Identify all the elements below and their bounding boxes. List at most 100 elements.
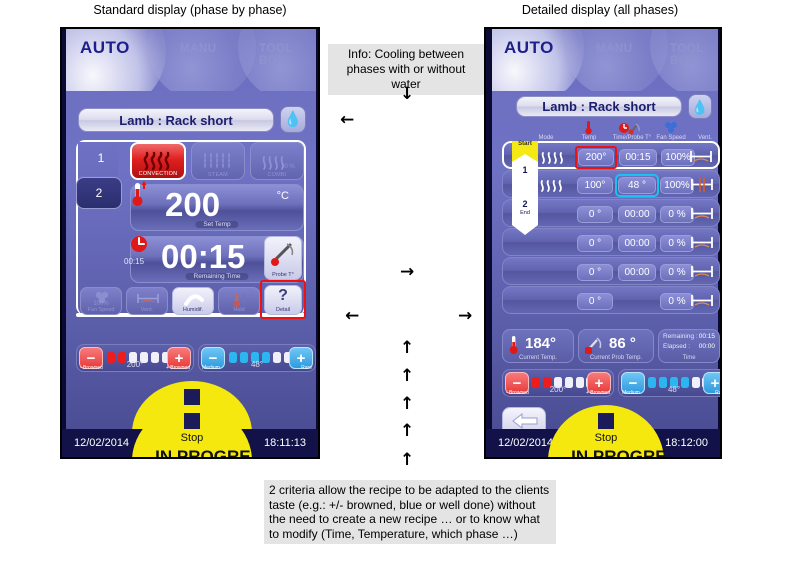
- row-mode-convection-icon: [539, 176, 565, 198]
- current-probe-box: 86 ° Current Prob Temp.: [578, 329, 654, 363]
- criteria-doneness-detailed[interactable]: − Medium 48° + Rare: [618, 369, 722, 397]
- convection-icon: [143, 151, 170, 171]
- clock-probe-icon-header: [619, 123, 640, 135]
- row-time[interactable]: 00:00: [618, 264, 656, 281]
- current-probe-caption: Current Prob Temp.: [589, 355, 643, 361]
- row-time[interactable]: 00:15: [619, 149, 657, 166]
- row-temp[interactable]: 0 °: [577, 206, 613, 223]
- detail-button-highlight: [260, 280, 306, 319]
- arrow-left-icon: [512, 412, 538, 430]
- hold-button[interactable]: Hold: [218, 287, 260, 315]
- arrow-up-1: ↑: [400, 338, 415, 358]
- browned-plus-label-detailed: + Browned: [585, 390, 610, 396]
- row-time[interactable]: 00:00: [618, 206, 656, 223]
- row-temp[interactable]: 0 °: [577, 293, 613, 310]
- standard-display-panel: AUTO MANU TOOL BOX Lamb : Rack short 💧 1…: [60, 27, 320, 459]
- tab-manu[interactable]: MANU: [180, 43, 217, 55]
- row-vent-closed-icon[interactable]: [688, 149, 714, 170]
- times-box: Remaining : 00:15 Elapsed : 00:00 Time: [658, 329, 720, 363]
- browned-plus-label: + Browned: [165, 365, 190, 371]
- times-caption: Time: [682, 355, 696, 361]
- recipe-title[interactable]: Lamb : Rack short: [78, 108, 274, 132]
- current-temp-box: 184° Current Temp.: [502, 329, 574, 363]
- set-temp-box[interactable]: 200 °C Set Temp: [130, 184, 304, 231]
- recipe-title-detailed[interactable]: Lamb : Rack short: [516, 96, 682, 117]
- row-vent-closed-icon[interactable]: [689, 293, 715, 314]
- progress-text-right: … IN PROGRE: [549, 447, 667, 459]
- remaining-time-side-value: 00:15: [124, 257, 145, 266]
- tab-toolbox-detailed[interactable]: TOOL BOX: [670, 43, 718, 67]
- status-date-right: 12/02/2014: [498, 437, 554, 449]
- set-temp-unit: °C: [276, 190, 289, 202]
- row-time[interactable]: 00:00: [618, 235, 656, 252]
- ribbon-end-label: End: [520, 210, 530, 216]
- remaining-value: 00:15: [698, 333, 715, 340]
- stop-label-right: Stop: [594, 432, 618, 444]
- arrow-right-1: →: [400, 262, 415, 282]
- phase-tab-1[interactable]: 1: [80, 142, 122, 174]
- humidifier-label: Humidif.: [182, 307, 204, 313]
- ribbon-phase-1: 1: [522, 165, 528, 175]
- row-temp[interactable]: 0 °: [577, 264, 613, 281]
- humidifier-icon: [184, 294, 204, 306]
- table-row[interactable]: 0 ° 0 %: [502, 286, 720, 314]
- row-temp[interactable]: 100°: [577, 177, 613, 194]
- standard-screen: AUTO MANU TOOL BOX Lamb : Rack short 💧 1…: [66, 29, 316, 433]
- doneness-plus-label: Rare: [301, 365, 312, 371]
- tab-manu-detailed[interactable]: MANU: [596, 43, 633, 55]
- arrow-down-info: ↓: [400, 84, 415, 104]
- stop-square-icon: [184, 389, 200, 405]
- table-row[interactable]: 0 ° 00:00 0 %: [502, 257, 720, 285]
- thermometer-icon: [132, 181, 147, 206]
- criteria-browned-detailed[interactable]: − - Browned 200° + + Browned: [502, 369, 614, 397]
- start-flag-point: [512, 154, 538, 162]
- criteria-doneness[interactable]: − Medium 48° + Rare: [198, 344, 316, 372]
- fan-speed-button[interactable]: 100% Fan Speed: [80, 287, 122, 315]
- arrow-up-3: ↑: [400, 394, 415, 414]
- mode-label-convection: CONVECTION: [138, 171, 178, 177]
- water-button[interactable]: 💧: [280, 106, 306, 133]
- probe-icon: [271, 243, 294, 266]
- humidifier-button[interactable]: Humidif.: [172, 287, 214, 315]
- arrow-up-5: ↑: [400, 450, 415, 470]
- row-temp[interactable]: 0 °: [577, 235, 613, 252]
- current-temp-value: 184°: [525, 335, 557, 352]
- tab-bar-detailed: AUTO MANU TOOL BOX: [492, 29, 718, 91]
- water-drop-icon-detailed: 💧: [691, 98, 709, 115]
- probe-button[interactable]: Probe T°: [264, 236, 302, 280]
- row-vent-open-icon[interactable]: [689, 177, 715, 198]
- status-time-right: 18:12:00: [665, 437, 708, 449]
- tab-bar: AUTO MANU TOOL BOX: [66, 29, 316, 91]
- criteria-browned[interactable]: − - Browned 200° + + Browned: [76, 344, 194, 372]
- water-button-detailed[interactable]: 💧: [688, 94, 712, 119]
- doneness-plus-label-detailed: Rare: [715, 390, 722, 396]
- row-vent-closed-icon[interactable]: [689, 206, 715, 227]
- fan-speed-label: Fan Speed: [87, 307, 115, 313]
- mode-button-steam[interactable]: STEAM: [191, 142, 245, 180]
- phase-tab-2[interactable]: 2: [76, 177, 122, 209]
- arrow-left-2: ←: [345, 306, 360, 326]
- tab-auto[interactable]: AUTO: [80, 38, 130, 58]
- steam-icon: [204, 153, 230, 168]
- caption-detailed-display: Detailed display (all phases): [521, 3, 679, 17]
- elapsed-label: Elapsed :: [663, 343, 691, 350]
- row-temp-highlight: [575, 146, 617, 169]
- mode-button-convection[interactable]: CONVECTION: [130, 142, 186, 180]
- thermometer-icon-header: [585, 121, 592, 135]
- tab-auto-detailed[interactable]: AUTO: [504, 38, 554, 58]
- row-vent-closed-icon[interactable]: [689, 235, 715, 256]
- detailed-display-panel: AUTO MANU TOOL BOX Lamb : Rack short 💧 M…: [484, 27, 722, 459]
- vent-button[interactable]: Vent.: [126, 287, 168, 315]
- row-vent-closed-icon[interactable]: [689, 264, 715, 285]
- remaining-time-value: 00:15: [161, 238, 246, 275]
- mode-button-combi[interactable]: 30 % COMBI: [250, 142, 304, 180]
- combi-percent: 30 %: [281, 164, 295, 170]
- arrow-up-2: ↑: [400, 366, 415, 386]
- progress-text-left: … IN PROGRE: [133, 447, 251, 459]
- combi-icon: 30 %: [262, 156, 295, 170]
- row-time-highlight: [615, 174, 659, 197]
- start-flag: Start: [512, 141, 538, 154]
- tab-toolbox[interactable]: TOOL BOX: [259, 43, 316, 67]
- set-temp-caption: Set Temp: [195, 221, 239, 228]
- status-date-left: 12/02/2014: [74, 437, 130, 449]
